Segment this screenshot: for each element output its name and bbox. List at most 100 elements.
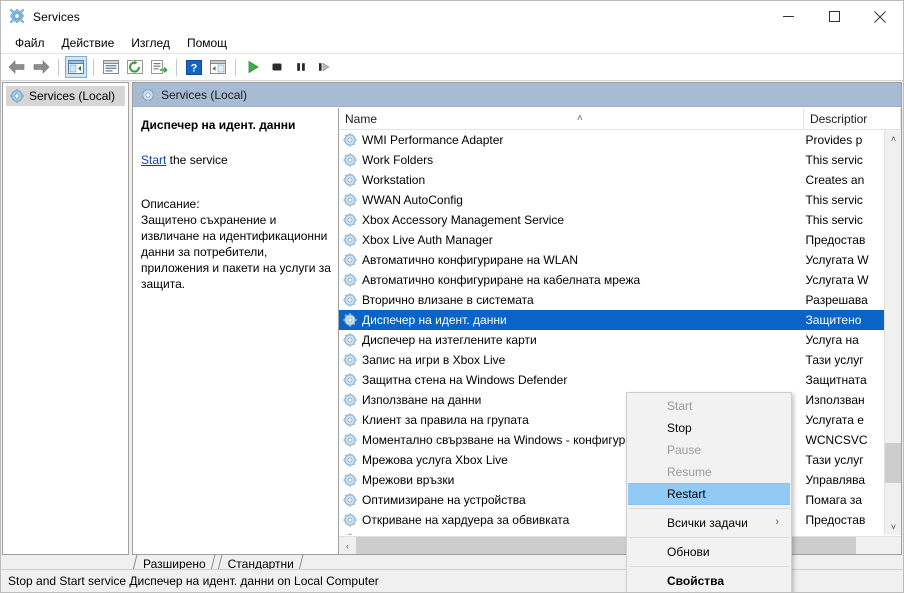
stop-service-icon[interactable] bbox=[266, 56, 288, 78]
services-gear-icon bbox=[141, 87, 155, 102]
table-row[interactable]: Клиент за правила на групата Услугата е bbox=[339, 410, 899, 430]
service-gear-icon bbox=[343, 213, 357, 227]
properties-icon[interactable] bbox=[100, 56, 122, 78]
sort-ascending-icon: ˄ bbox=[577, 113, 583, 124]
service-name: Автоматично конфигуриране на WLAN bbox=[362, 253, 579, 267]
service-name: Запис на игри в Xbox Live bbox=[362, 353, 506, 367]
start-service-icon[interactable] bbox=[242, 56, 264, 78]
services-window: Services Файл Действие Изглед Помощ ? Se… bbox=[0, 0, 904, 593]
table-row[interactable]: Диспечер на идент. данни Защитено bbox=[339, 310, 899, 330]
table-row[interactable]: WMI Performance Adapter Provides p bbox=[339, 130, 899, 150]
service-gear-icon bbox=[343, 133, 357, 147]
restart-service-icon[interactable] bbox=[314, 56, 336, 78]
table-row[interactable]: Вторично влизане в системата Разрешава bbox=[339, 290, 899, 310]
service-name: Xbox Live Auth Manager bbox=[362, 233, 493, 247]
table-row[interactable]: Xbox Live Auth Manager Предостав bbox=[339, 230, 899, 250]
service-name: Автоматично конфигуриране на кабелната м… bbox=[362, 273, 641, 287]
ctx-pause: Pause bbox=[627, 439, 791, 461]
service-gear-icon bbox=[343, 233, 357, 247]
service-name: Xbox Accessory Management Service bbox=[362, 213, 565, 227]
description-label: Описание: bbox=[141, 197, 200, 211]
service-detail-pane: Диспечер на идент. данни Start the servi… bbox=[133, 108, 339, 554]
context-menu-item-label: Обнови bbox=[667, 545, 710, 559]
service-gear-icon bbox=[343, 293, 357, 307]
services-gear-icon bbox=[10, 89, 24, 103]
table-row[interactable]: Xbox Accessory Management Service This se… bbox=[339, 210, 899, 230]
show-hide-tree-icon[interactable] bbox=[65, 56, 87, 78]
maximize-button[interactable] bbox=[811, 1, 857, 32]
column-header-description[interactable]: Descriptior bbox=[804, 108, 901, 130]
pane-header-label: Services (Local) bbox=[161, 87, 248, 102]
service-gear-icon bbox=[343, 393, 357, 407]
toolbar: ? bbox=[1, 54, 903, 81]
table-row[interactable]: Work Folders This servic bbox=[339, 150, 899, 170]
ctx-refresh[interactable]: Обнови bbox=[627, 541, 791, 563]
pane-header: Services (Local) bbox=[133, 83, 901, 107]
list-column-header: Name ˄ Descriptior bbox=[339, 108, 901, 130]
scroll-up-button[interactable]: ˄ bbox=[885, 130, 901, 147]
minimize-button[interactable] bbox=[765, 1, 811, 32]
menu-view[interactable]: Изглед bbox=[123, 33, 178, 53]
toolbar-separator bbox=[176, 58, 177, 76]
table-row[interactable]: Оптимизиране на устройства Помага за bbox=[339, 490, 899, 510]
service-gear-icon bbox=[343, 493, 357, 507]
toolbar-separator bbox=[93, 58, 94, 76]
service-gear-icon bbox=[343, 153, 357, 167]
ctx-properties[interactable]: Свойства bbox=[627, 570, 791, 592]
services-rows: WMI Performance Adapter Provides p Work Fo… bbox=[339, 130, 899, 535]
service-detail-title: Диспечер на идент. данни bbox=[141, 118, 296, 132]
service-name: Workstation bbox=[362, 173, 426, 187]
service-gear-icon bbox=[343, 253, 357, 267]
show-details-icon[interactable] bbox=[207, 56, 229, 78]
menu-file[interactable]: Файл bbox=[7, 33, 53, 53]
context-menu-item-label: Всички задачи bbox=[667, 516, 748, 530]
column-header-name-label: Name bbox=[345, 112, 378, 126]
export-list-icon[interactable] bbox=[148, 56, 170, 78]
refresh-icon[interactable] bbox=[124, 56, 146, 78]
context-menu-item-label: Resume bbox=[667, 465, 712, 479]
vertical-scrollbar-thumb[interactable] bbox=[885, 443, 901, 483]
menu-help[interactable]: Помощ bbox=[179, 33, 235, 53]
services-list: Name ˄ Descriptior WMI Performance Adapt… bbox=[339, 108, 901, 554]
content-area: Services (Local) Services (Local) Диспеч… bbox=[2, 82, 902, 592]
help-icon[interactable]: ? bbox=[183, 56, 205, 78]
table-row[interactable]: Запис на игри в Xbox Live Тази услуг bbox=[339, 350, 899, 370]
service-name: WMI Performance Adapter bbox=[362, 133, 504, 147]
context-menu-item-label: Stop bbox=[667, 421, 692, 435]
menu-action[interactable]: Действие bbox=[54, 33, 123, 53]
forward-icon[interactable] bbox=[30, 56, 52, 78]
scroll-left-button[interactable]: ‹ bbox=[339, 537, 356, 554]
ctx-restart[interactable]: Restart bbox=[628, 483, 790, 505]
back-icon[interactable] bbox=[6, 56, 28, 78]
ctx-stop[interactable]: Stop bbox=[627, 417, 791, 439]
service-gear-icon bbox=[343, 313, 357, 327]
scroll-down-button[interactable]: ˅ bbox=[885, 518, 901, 535]
service-name: Work Folders bbox=[362, 153, 434, 167]
start-service-link[interactable]: Start bbox=[141, 153, 166, 167]
table-row[interactable]: WWAN AutoConfig This servic bbox=[339, 190, 899, 210]
table-row[interactable]: Мрежови връзки Управлява bbox=[339, 470, 899, 490]
context-menu: Start Stop Pause Resume Restart Всички задачи… bbox=[626, 392, 792, 592]
table-row[interactable]: Откриване на хардуера за обвивката Предос… bbox=[339, 510, 899, 530]
table-row[interactable]: Мрежова услуга Xbox Live Тази услуг bbox=[339, 450, 899, 470]
ctx-all-tasks[interactable]: Всички задачи › bbox=[627, 512, 791, 534]
table-row[interactable]: Защитна стена на Windows Defender Защитна… bbox=[339, 370, 899, 390]
table-row[interactable]: Моментално свързване на Windows - конфиг… bbox=[339, 430, 899, 450]
table-row[interactable]: Планировчик на задачитеРазрешава bbox=[339, 530, 899, 535]
table-row[interactable]: Диспечер на изтеглените карти Услуга на bbox=[339, 330, 899, 350]
context-menu-item-label: Start bbox=[667, 399, 693, 413]
table-row[interactable]: Използване на данни Използван bbox=[339, 390, 899, 410]
tree-item-services-local[interactable]: Services (Local) bbox=[6, 86, 125, 106]
window-controls bbox=[765, 1, 903, 32]
service-name: Защитна стена на Windows Defender bbox=[362, 373, 568, 387]
vertical-scrollbar[interactable]: ˄ ˅ bbox=[884, 130, 901, 535]
table-row[interactable]: Автоматично конфигуриране на кабелната м… bbox=[339, 270, 899, 290]
service-gear-icon bbox=[343, 433, 357, 447]
horizontal-scrollbar[interactable]: ‹ › bbox=[339, 536, 901, 554]
table-row[interactable]: Автоматично конфигуриране на WLAN Услугат… bbox=[339, 250, 899, 270]
close-button[interactable] bbox=[857, 1, 903, 32]
ctx-start: Start bbox=[627, 395, 791, 417]
table-row[interactable]: Workstation Creates an bbox=[339, 170, 899, 190]
pause-service-icon[interactable] bbox=[290, 56, 312, 78]
column-header-name[interactable]: Name ˄ bbox=[339, 108, 804, 130]
